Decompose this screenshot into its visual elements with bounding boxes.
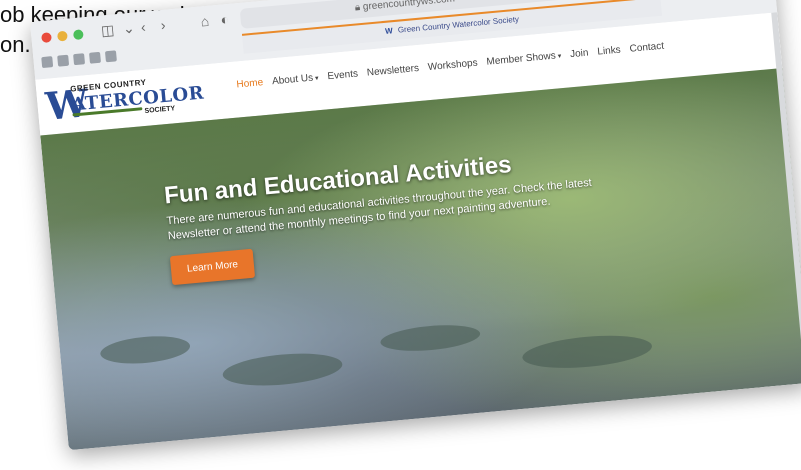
favorite-icon[interactable] (57, 54, 70, 67)
logo-bottom-line: SOCIETY (144, 105, 176, 115)
hero-text-block: Fun and Educational Activities There are… (163, 140, 640, 286)
back-arrow-icon[interactable]: ‹ (140, 19, 146, 35)
caret-down-icon: ▾ (314, 75, 319, 83)
hero-banner: Fun and Educational Activities There are… (40, 68, 801, 451)
site-favicon-icon: W (384, 26, 394, 36)
home-icon[interactable]: ⌂ (200, 13, 210, 30)
nav-item-contact[interactable]: Contact (629, 41, 664, 55)
lily-pad-shape (379, 321, 482, 355)
website-content: W GREEN COUNTRY ATERCOLOR SOCIETY Home A… (35, 12, 801, 451)
lock-icon: 🔒︎ (354, 2, 361, 14)
nav-item-home[interactable]: Home (236, 77, 264, 90)
nav-item-label: Member Shows (486, 50, 557, 68)
chevron-down-icon[interactable]: ⌄ (122, 20, 135, 38)
favorite-icon[interactable] (41, 56, 54, 69)
tab-title: Green Country Watercolor Society (397, 14, 520, 35)
favorites-bar (41, 50, 117, 69)
forward-arrow-icon[interactable]: › (160, 17, 166, 33)
minimize-window-button[interactable] (56, 30, 68, 42)
caret-down-icon: ▾ (557, 53, 562, 61)
nav-item-about-us[interactable]: About Us▾ (271, 72, 319, 88)
lily-pad-shape (99, 332, 192, 367)
browser-window: ◫ ⌄ ‹ › ⌂ ◐ 🔒︎ greencountryws.com ↻ ⇧ + … (30, 0, 801, 451)
nav-item-events[interactable]: Events (327, 69, 358, 83)
nav-item-member-shows[interactable]: Member Shows▾ (486, 50, 562, 68)
favorite-icon[interactable] (73, 53, 86, 66)
nav-item-join[interactable]: Join (570, 48, 589, 61)
learn-more-button[interactable]: Learn More (169, 248, 256, 286)
maximize-window-button[interactable] (72, 29, 84, 41)
nav-item-newsletters[interactable]: Newsletters (366, 63, 419, 79)
favorite-icon[interactable] (89, 51, 101, 64)
favorite-icon[interactable] (104, 50, 117, 63)
lily-pad-shape (221, 349, 344, 390)
window-controls (41, 29, 84, 44)
nav-item-workshops[interactable]: Workshops (427, 58, 478, 73)
lily-pad-shape (521, 331, 654, 373)
address-bar-url: greencountryws.com (362, 0, 456, 13)
nav-item-label: About Us (271, 72, 314, 88)
privacy-shield-icon[interactable]: ◐ (220, 11, 230, 28)
close-window-button[interactable] (41, 32, 52, 44)
nav-item-links[interactable]: Links (597, 45, 621, 58)
sidebar-toggle-icon[interactable]: ◫ (100, 21, 115, 39)
